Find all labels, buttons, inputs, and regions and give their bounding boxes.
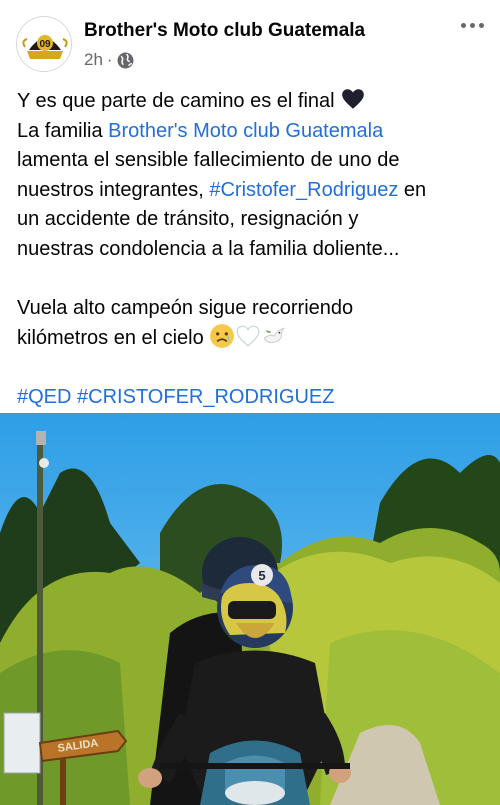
post-line: un accidente de tránsito, resignación y: [17, 208, 359, 230]
more-options-icon[interactable]: [458, 18, 486, 32]
meta-separator: ·: [106, 50, 113, 69]
post-time[interactable]: 2h: [84, 50, 103, 70]
post-line: nuestras condolencia a la familia dolien…: [17, 237, 400, 260]
hashtag-link[interactable]: #CRISTOFER_RODRIGUEZ: [77, 386, 334, 408]
post-photo[interactable]: SALIDA 5: [0, 413, 500, 805]
post-header: 09 Brother's Moto club Guatemala 2h ·: [0, 0, 500, 82]
post-line: kilómetros en el cielo: [17, 323, 487, 354]
hashtag-link[interactable]: #QED: [17, 386, 71, 408]
post-line: Vuela alto campeón sigue recorriendo: [17, 296, 354, 319]
post-line: La familia Brother's Moto club Guatemala: [17, 119, 384, 142]
page-name[interactable]: Brother's Moto club Guatemala: [84, 20, 365, 42]
svg-text:5: 5: [258, 568, 265, 583]
dove-icon: [263, 327, 286, 344]
post-text: Y es que parte de camino es el final La …: [17, 86, 487, 413]
page-mention-link[interactable]: Brother's Moto club Guatemala: [108, 120, 383, 142]
post-line: lamenta el sensible fallecimiento de uno…: [17, 149, 400, 171]
post-hashtags: #QED #CRISTOFER_RODRIGUEZ: [17, 383, 487, 413]
globe-icon: [117, 52, 134, 68]
sad-face-icon: [210, 324, 235, 348]
black-heart-icon: [342, 89, 365, 109]
svg-text:09: 09: [39, 39, 51, 50]
hashtag-link[interactable]: #Cristofer_Rodriguez: [209, 179, 398, 201]
white-heart-icon: [236, 325, 260, 347]
post-line: Y es que parte de camino es el final: [17, 86, 487, 117]
post-meta: 2h ·: [84, 50, 134, 70]
page-avatar[interactable]: 09: [16, 16, 72, 72]
post-line: nuestros integrantes, #Cristofer_Rodrigu…: [17, 178, 427, 201]
